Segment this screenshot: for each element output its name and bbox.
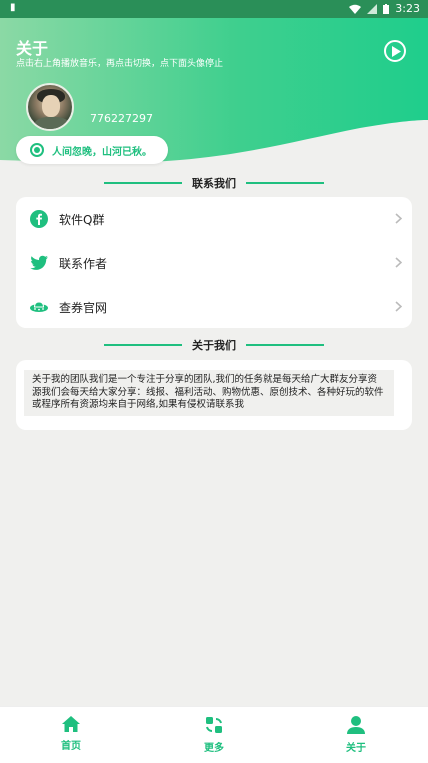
nav-label: 首页: [61, 741, 81, 752]
contact-item-label: 联系作者: [59, 256, 108, 271]
chevron-right-icon: [395, 257, 402, 268]
play-music-button[interactable]: [384, 40, 406, 62]
nav-label: 关于: [346, 743, 366, 754]
about-section-title: 关于我们: [192, 339, 236, 352]
nav-label: 更多: [204, 743, 224, 754]
contact-item-label: 查券官网: [59, 300, 108, 315]
bottom-nav: 首页 更多 关于: [0, 706, 428, 763]
divider: [246, 182, 324, 184]
home-icon: [62, 716, 80, 732]
status-time: 3:23: [395, 2, 420, 15]
motto-text: 人间忽晚，山河已秋。: [52, 146, 152, 158]
motto-pill: 人间忽晚，山河已秋。: [16, 136, 168, 164]
contact-section-title: 联系我们: [192, 177, 236, 190]
nav-home[interactable]: 首页: [41, 715, 101, 752]
facebook-icon: [30, 210, 48, 228]
divider: [104, 182, 182, 184]
contact-item-author[interactable]: 联系作者: [16, 241, 412, 285]
twitter-icon: [30, 255, 48, 270]
nav-about[interactable]: 关于: [326, 715, 386, 754]
about-card: 关于我的团队我们是一个专注于分享的团队,我们的任务就是每天给广大群友分享资源我们…: [16, 360, 412, 430]
signal-icon: [367, 3, 378, 14]
ufo-icon: [30, 301, 48, 312]
divider: [104, 344, 182, 346]
play-icon: [392, 46, 401, 57]
battery-icon: [383, 3, 390, 14]
motto-dot-icon: [30, 143, 44, 157]
page-subtitle: 点击右上角播放音乐，再点击切换，点下面头像停止: [16, 59, 224, 69]
about-text: 关于我的团队我们是一个专注于分享的团队,我们的任务就是每天给广大群友分享资源我们…: [24, 370, 394, 416]
contact-item-qq-group[interactable]: 软件Q群: [16, 197, 412, 241]
notification-icon: ▮: [10, 2, 16, 13]
contact-card: 软件Q群 联系作者 查券官网: [16, 197, 412, 328]
divider: [246, 344, 324, 346]
avatar[interactable]: [26, 83, 74, 131]
nav-more[interactable]: 更多: [184, 715, 244, 754]
contact-item-label: 软件Q群: [59, 212, 105, 227]
qq-number: 776227297: [90, 112, 153, 125]
more-icon: [206, 717, 222, 733]
chevron-right-icon: [395, 213, 402, 224]
about-section-header: 关于我们: [0, 337, 428, 353]
chevron-right-icon: [395, 301, 402, 312]
user-icon: [347, 716, 365, 734]
wifi-icon: [349, 4, 362, 14]
contact-item-coupon-site[interactable]: 查券官网: [16, 285, 412, 329]
status-bar: ▮ 3:23: [0, 0, 428, 18]
contact-section-header: 联系我们: [0, 175, 428, 191]
